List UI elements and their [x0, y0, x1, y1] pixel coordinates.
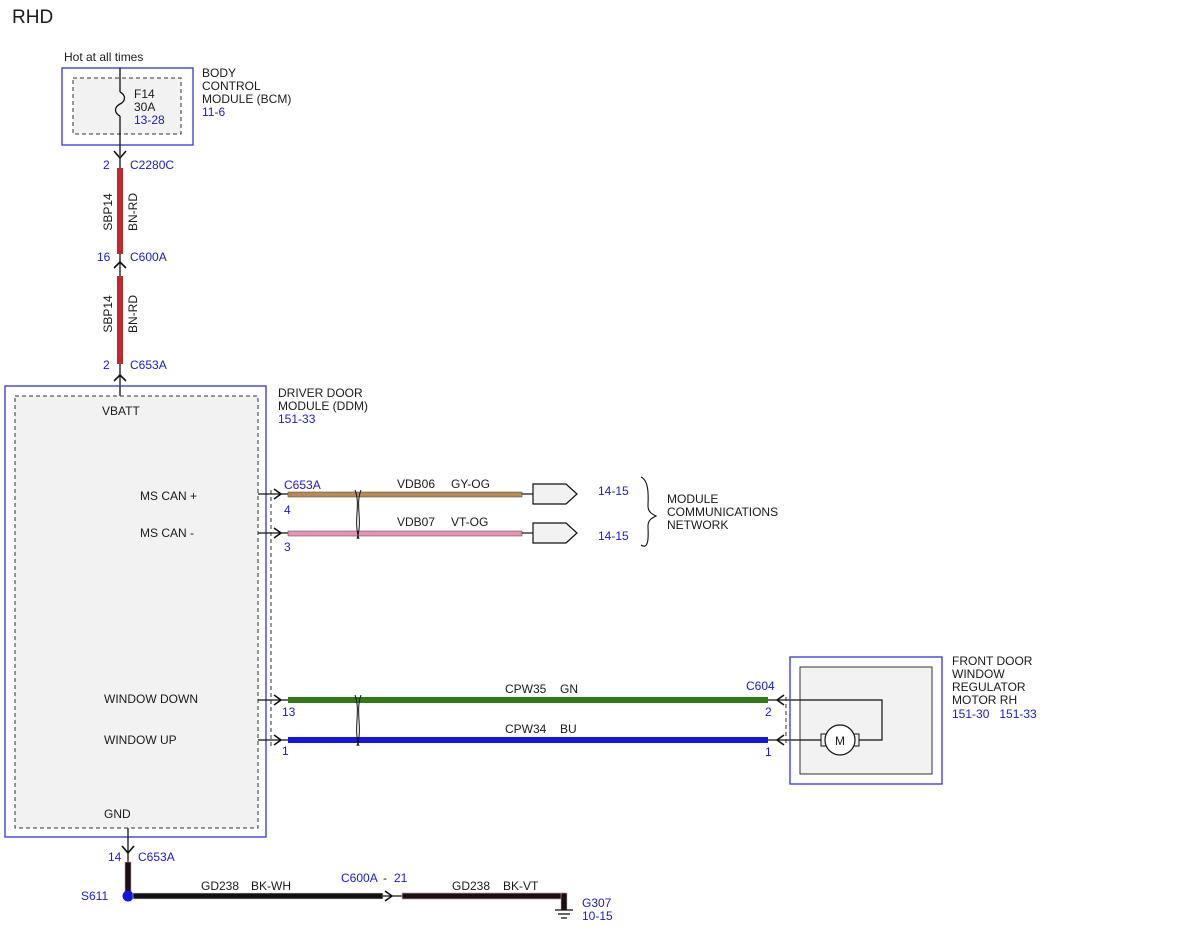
- window-down-circuit: CPW35: [505, 682, 547, 696]
- ddm-pin-gnd: GND: [104, 807, 131, 821]
- ddm-pin-window-down: WINDOW DOWN: [104, 692, 198, 706]
- network-line-2: COMMUNICATIONS: [667, 505, 778, 519]
- motor-name-line-1: FRONT DOOR: [952, 654, 1033, 668]
- fuse-ref: 13-28: [134, 113, 165, 127]
- motor-name-line-4: MOTOR RH: [952, 693, 1017, 707]
- can-plus-pin: 4: [284, 503, 291, 517]
- can-minus-ref: 14-15: [598, 529, 629, 543]
- bcm-ref: 11-6: [202, 105, 225, 119]
- motor-name-line-3: REGULATOR: [952, 680, 1026, 694]
- ddm-name-line-1: DRIVER DOOR: [278, 386, 363, 400]
- wire-lower-circuit: SBP14: [101, 295, 115, 333]
- ddm-name-line-2: MODULE (DDM): [278, 399, 368, 413]
- wire-gd238-drop: [560, 892, 568, 911]
- motor-pin-down: 2: [765, 705, 772, 719]
- can-plus-circuit: VDB06: [397, 477, 435, 491]
- fuse-rating: 30A: [134, 100, 155, 114]
- ddm-pin-window-up: WINDOW UP: [104, 733, 177, 747]
- can-plus-continuation-icon: [532, 483, 578, 505]
- motor-pin-up: 1: [765, 745, 772, 759]
- c2280c-id: C2280C: [130, 158, 174, 172]
- bcm-name-line-1: BODY: [202, 66, 236, 80]
- wire-upper-circuit: SBP14: [101, 193, 115, 231]
- window-down-color: GN: [560, 682, 578, 696]
- c653a-top-pin: 2: [103, 358, 110, 372]
- power-label: Hot at all times: [64, 50, 143, 64]
- ground-inline-connector: C600A: [341, 871, 378, 885]
- ground-wire1-circuit: GD238: [201, 879, 239, 893]
- can-plus-color: GY-OG: [451, 477, 490, 491]
- wire-vdb06: [287, 491, 523, 498]
- ground-wire1-color: BK-WH: [251, 879, 291, 893]
- wire-gd238-bk-wh: [132, 892, 384, 900]
- motor-name-line-2: WINDOW: [952, 667, 1005, 681]
- motor-module-body: [799, 666, 933, 775]
- motor-connector-id: C604: [746, 679, 775, 693]
- bcm-name-line-3: MODULE (BCM): [202, 92, 291, 106]
- ddm-ref: 151-33: [278, 412, 316, 426]
- window-up-color: BU: [560, 722, 577, 736]
- can-minus-circuit: VDB07: [397, 515, 435, 529]
- can-minus-color: VT-OG: [451, 515, 488, 529]
- can-minus-pin: 3: [284, 540, 291, 554]
- ground-wire2-circuit: GD238: [452, 879, 490, 893]
- ddm-pin-vbatt: VBATT: [102, 404, 140, 418]
- network-brace-icon: [640, 476, 658, 547]
- fuse-id: F14: [134, 87, 155, 101]
- wire-sbp14-upper: [117, 168, 123, 254]
- ground-ddm-pin: 14: [108, 850, 122, 864]
- network-line-1: MODULE: [667, 492, 718, 506]
- c600a-top-pin: 16: [97, 250, 111, 264]
- wire-gd238-bk-vt: [401, 892, 565, 900]
- can-plus-ref: 14-15: [598, 484, 629, 498]
- can-connector-id: C653A: [284, 478, 321, 492]
- bcm-name-line-2: CONTROL: [202, 79, 261, 93]
- splice-id: S611: [81, 889, 108, 903]
- wire-vdb07: [287, 530, 523, 537]
- wiring-diagram: RHD Hot at all times BODY CONTROL MODULE…: [4, 7, 1037, 923]
- window-down-pin: 13: [282, 705, 296, 719]
- window-up-circuit: CPW34: [505, 722, 547, 736]
- ddm-pin-ms-can-plus: MS CAN +: [140, 489, 197, 503]
- wire-sbp14-lower: [117, 276, 123, 364]
- motor-symbol: M: [835, 734, 845, 748]
- wire-upper-color: BN-RD: [126, 193, 140, 231]
- ddm-pin-ms-can-minus: MS CAN -: [140, 526, 194, 540]
- ground-inline-pin: 21: [394, 871, 408, 885]
- ddm-module-body: [14, 395, 259, 829]
- ground-inline-sep: -: [383, 871, 387, 885]
- diagram-title: RHD: [12, 7, 53, 28]
- window-up-pin: 1: [282, 744, 289, 758]
- splice-s611-icon: [122, 890, 134, 902]
- network-line-3: NETWORK: [667, 518, 728, 532]
- ground-point-ref: 10-15: [582, 909, 613, 923]
- ground-wire2-color: BK-VT: [503, 879, 539, 893]
- bcm-fuse-box: [72, 77, 182, 135]
- motor-refs: 151-30 151-33: [952, 707, 1037, 721]
- c653a-top-id: C653A: [130, 358, 167, 372]
- wire-lower-color: BN-RD: [126, 295, 140, 333]
- wire-cpw34: [288, 737, 768, 743]
- ground-point-id: G307: [582, 896, 612, 910]
- c2280c-pin: 2: [103, 158, 110, 172]
- can-minus-continuation-icon: [532, 522, 578, 544]
- ground-ddm-connector: C653A: [138, 850, 175, 864]
- c600a-top-id: C600A: [130, 250, 167, 264]
